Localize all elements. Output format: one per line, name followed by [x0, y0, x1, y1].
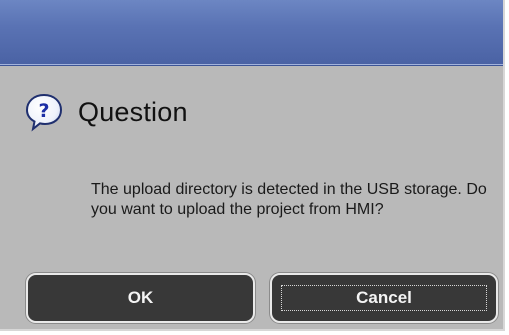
dialog-message: The upload directory is detected in the … [91, 181, 487, 218]
question-icon: ? [24, 92, 64, 132]
ok-button-label: OK [127, 288, 154, 307]
ok-button[interactable]: OK [26, 273, 255, 323]
dialog-header: ? Question [24, 92, 188, 132]
dialog-titlebar[interactable] [0, 0, 503, 66]
svg-text:?: ? [38, 100, 49, 122]
cancel-button-label: Cancel [356, 288, 412, 307]
question-dialog: ? Question The upload directory is detec… [0, 0, 505, 331]
dialog-title: Question [78, 96, 188, 127]
cancel-button[interactable]: Cancel [270, 273, 498, 323]
